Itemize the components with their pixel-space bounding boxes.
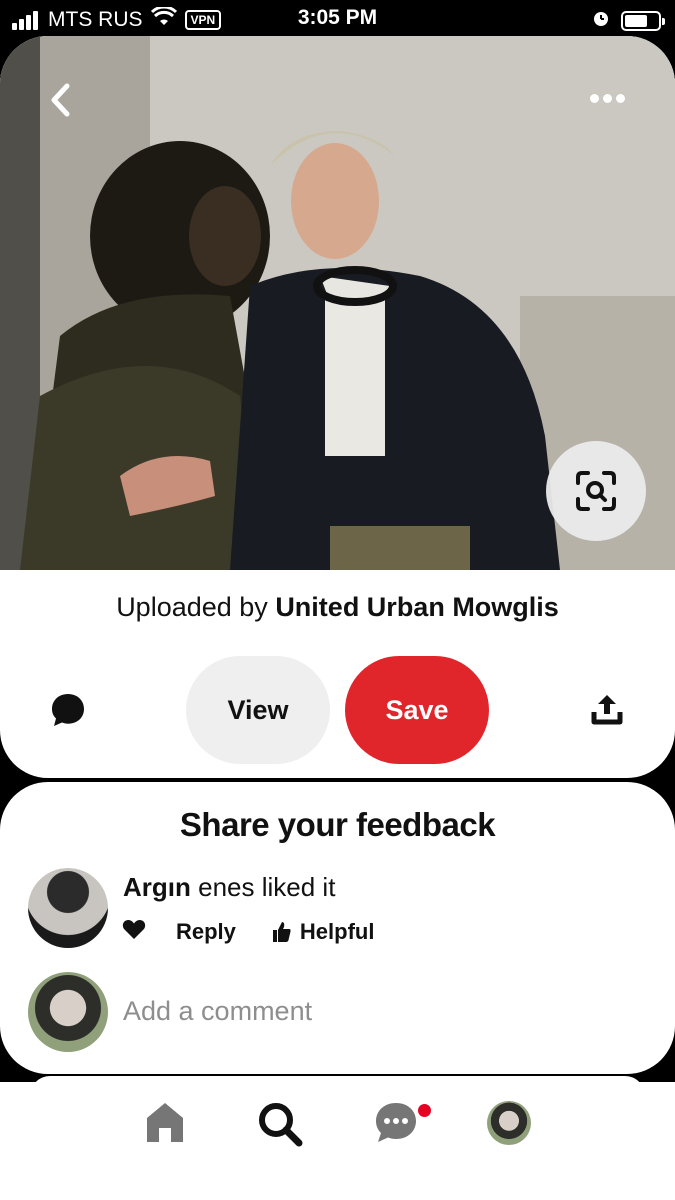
visual-search-button[interactable] xyxy=(546,441,646,541)
helpful-label: Helpful xyxy=(299,919,375,944)
save-button[interactable]: Save xyxy=(345,656,489,764)
status-time: 3:05 PM xyxy=(297,6,378,29)
commenter-name[interactable]: Argın xyxy=(123,872,191,902)
feedback-card: Share your feedback Argın enes liked it … xyxy=(0,782,675,1074)
status-bar: MTS RUS VPN 3:05 PM xyxy=(0,0,675,36)
share-upload-icon xyxy=(591,695,623,725)
back-button[interactable] xyxy=(40,80,80,120)
alarm-icon xyxy=(591,8,611,33)
more-options-icon[interactable] xyxy=(586,94,625,103)
comment-button[interactable] xyxy=(50,692,86,733)
nav-messages[interactable] xyxy=(374,1100,418,1149)
commenter-avatar[interactable] xyxy=(28,868,108,948)
heart-icon[interactable] xyxy=(122,918,146,946)
pin-card: Uploaded by United Urban Mowglis View Sa… xyxy=(0,36,675,778)
bottom-nav xyxy=(0,1082,675,1200)
uploaded-by-label: Uploaded by xyxy=(116,592,276,622)
thumbs-up-icon xyxy=(272,922,291,942)
add-comment-input[interactable]: Add a comment xyxy=(123,996,312,1027)
status-right xyxy=(591,8,665,33)
comment-actions: Reply Helpful xyxy=(122,918,374,946)
reply-button[interactable]: Reply xyxy=(176,919,236,945)
uploaded-by: Uploaded by United Urban Mowglis xyxy=(0,592,675,623)
lens-icon xyxy=(576,471,616,511)
helpful-button[interactable]: Helpful xyxy=(272,919,375,945)
nav-home[interactable] xyxy=(143,1100,187,1149)
notification-dot xyxy=(418,1104,431,1117)
messages-icon xyxy=(376,1103,416,1142)
chevron-left-icon xyxy=(51,83,70,117)
search-icon xyxy=(259,1103,303,1147)
nav-profile-avatar[interactable] xyxy=(487,1101,531,1145)
comment-text: Argın enes liked it xyxy=(123,872,335,903)
current-user-avatar xyxy=(28,972,108,1052)
view-button[interactable]: View xyxy=(186,656,330,764)
speech-bubble-icon xyxy=(52,694,84,726)
feedback-title: Share your feedback xyxy=(179,806,496,843)
home-icon xyxy=(147,1103,183,1142)
share-button[interactable] xyxy=(590,692,624,731)
nav-search[interactable] xyxy=(256,1100,304,1153)
battery-icon xyxy=(621,10,665,31)
pin-image[interactable] xyxy=(0,36,675,570)
comment-body: enes liked it xyxy=(190,872,336,902)
uploader-name[interactable]: United Urban Mowglis xyxy=(275,592,559,622)
